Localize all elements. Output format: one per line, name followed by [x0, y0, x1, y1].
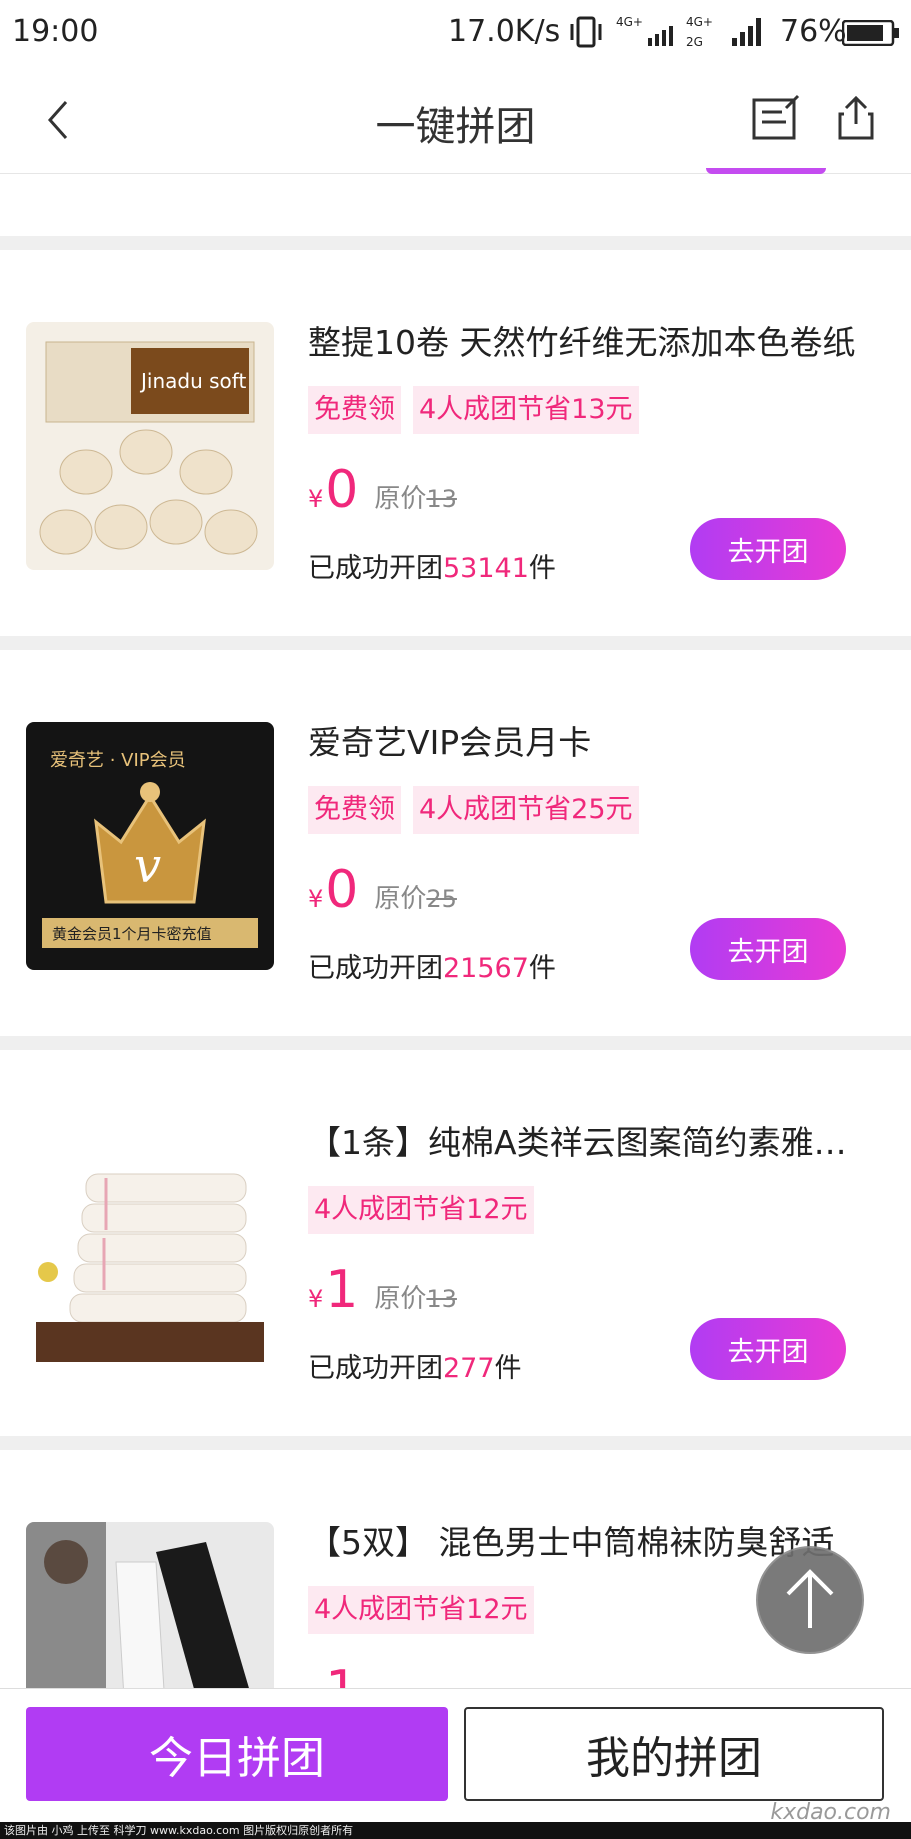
scroll-to-top-button[interactable] [756, 1546, 864, 1654]
svg-text:v: v [134, 838, 161, 894]
sold-count: 已成功开团21567件 [308, 946, 556, 985]
divider [0, 636, 911, 650]
currency-symbol: ¥ [308, 485, 324, 513]
saving-tag: 4人成团节省12元 [308, 1186, 534, 1234]
product-item[interactable]: Jinadu soft 整提10卷 天然竹纤维无添加本色卷纸 免费领 4人成团节… [0, 250, 911, 636]
product-title: 【1条】纯棉A类祥云图案简约素雅毛巾 [308, 1123, 868, 1162]
original-price: 13 [426, 485, 457, 513]
tag-row: 4人成团节省12元 [308, 1186, 534, 1234]
sold-prefix: 已成功开团 [308, 953, 443, 984]
sold-suffix: 件 [494, 1353, 522, 1384]
product-image-iqiyi: 爱奇艺 · VIP会员 v 黄金会员1个月卡密充值 [26, 722, 274, 970]
group-price: 0 [325, 460, 359, 520]
original-price-label: 原价 [374, 1284, 427, 1314]
tag-row: 免费领 4人成团节省25元 [308, 786, 639, 834]
start-group-button[interactable]: 去开团 [690, 518, 846, 580]
watermark: 该图片由 小鸡 上传至 科学刀 www.kxdao.com 图片版权归原创者所有 [0, 1822, 911, 1839]
iqiyi-card-title: 爱奇艺 · VIP会员 [50, 750, 186, 771]
saving-tag: 4人成团节省25元 [413, 786, 639, 834]
price-row: ¥ 0 原价 13 [308, 462, 457, 522]
previous-item-button-edge [706, 168, 826, 174]
group-price: 1 [325, 1662, 358, 1688]
product-title: 整提10卷 天然竹纤维无添加本色卷纸 [308, 323, 856, 362]
net2-label: 4G+ [686, 15, 713, 29]
original-price: 25 [426, 885, 457, 913]
sold-suffix: 件 [528, 953, 556, 984]
sold-suffix: 件 [528, 553, 556, 584]
divider [0, 1436, 911, 1450]
divider [0, 1036, 911, 1050]
status-time: 19:00 [12, 14, 99, 49]
sold-number: 53141 [443, 553, 529, 584]
sold-prefix: 已成功开团 [308, 553, 443, 584]
original-price-label: 原价 [374, 884, 427, 914]
net1-label: 4G+ [616, 15, 643, 29]
divider [0, 236, 911, 250]
today-group-tab[interactable]: 今日拼团 [26, 1707, 448, 1801]
start-group-button[interactable]: 去开团 [690, 1318, 846, 1380]
group-price: 1 [325, 1260, 359, 1320]
price-row: ¥ 0 原价 25 [308, 862, 457, 922]
original-price-label: 原价 [374, 484, 427, 514]
vibrate-icon [570, 16, 602, 48]
saving-tag: 4人成团节省12元 [308, 1586, 534, 1634]
sold-number: 21567 [443, 953, 529, 984]
iqiyi-card-subtitle: 黄金会员1个月卡密充值 [52, 925, 212, 943]
network-speed: 17.0K/s [448, 14, 561, 49]
currency-symbol: ¥ [308, 885, 324, 913]
status-bar: 19:00 17.0K/s 4G+ 4G+ 2G 76% [0, 0, 911, 66]
edit-note-icon[interactable] [750, 92, 802, 144]
product-item[interactable]: 【1条】纯棉A类祥云图案简约素雅毛巾 4人成团节省12元 ¥ 1 原价 13 已… [0, 1050, 911, 1436]
sold-count: 已成功开团53141件 [308, 546, 556, 585]
product-image-socks [26, 1522, 274, 1688]
saving-tag: 4人成团节省13元 [413, 386, 639, 434]
free-tag: 免费领 [308, 786, 401, 834]
signal-1-icon: 4G+ [612, 12, 682, 52]
net2-sub-label: 2G [686, 35, 703, 49]
product-image-towel [26, 1122, 274, 1370]
product-title: 爱奇艺VIP会员月卡 [308, 723, 592, 762]
price-row: ¥ 1 [308, 1662, 358, 1688]
sold-prefix: 已成功开团 [308, 1353, 443, 1384]
price-row: ¥ 1 原价 13 [308, 1262, 457, 1322]
tag-row: 免费领 4人成团节省13元 [308, 386, 639, 434]
sold-number: 277 [443, 1353, 495, 1384]
nav-bar: 一键拼团 [0, 66, 911, 174]
share-icon[interactable] [832, 92, 880, 144]
currency-symbol: ¥ [308, 1285, 324, 1313]
up-arrow-icon [786, 1569, 834, 1628]
battery-icon [842, 20, 899, 46]
free-tag: 免费领 [308, 386, 401, 434]
group-price: 0 [325, 860, 359, 920]
tag-row: 4人成团节省12元 [308, 1586, 534, 1634]
tissue-brand-text: Jinadu soft [139, 369, 246, 393]
battery-percent: 76% [780, 14, 847, 49]
product-image-tissue: Jinadu soft [26, 322, 274, 570]
original-price: 13 [426, 1285, 457, 1313]
sold-count: 已成功开团277件 [308, 1346, 522, 1385]
my-group-tab[interactable]: 我的拼团 [464, 1707, 884, 1801]
start-group-button[interactable]: 去开团 [690, 918, 846, 980]
product-item[interactable]: 爱奇艺 · VIP会员 v 黄金会员1个月卡密充值 爱奇艺VIP会员月卡 免费领… [0, 650, 911, 1036]
signal-3-icon [732, 18, 761, 46]
